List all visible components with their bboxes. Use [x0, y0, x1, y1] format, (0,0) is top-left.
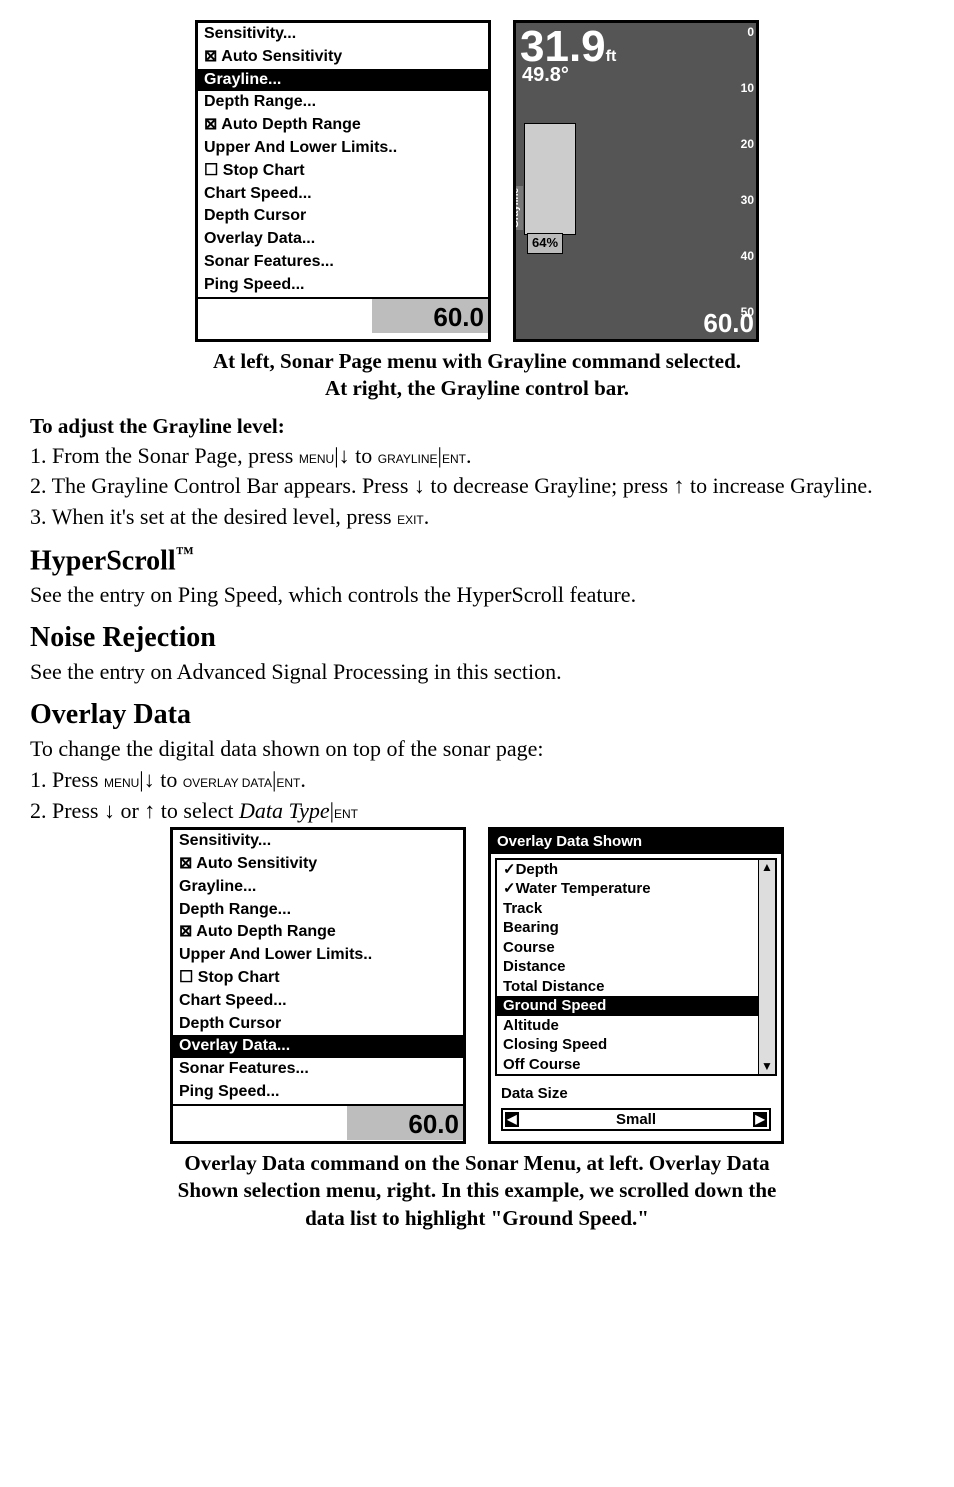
menu-item[interactable]: Overlay Data...: [198, 228, 488, 251]
menu-item[interactable]: Ping Speed...: [198, 274, 488, 297]
menu-item[interactable]: Sonar Features...: [198, 251, 488, 274]
grayline-percent: 64%: [527, 233, 563, 254]
ods-item[interactable]: Depth: [497, 860, 775, 880]
overlay-step-2: 2. Press ↓ or ↑ to select Data Type|ENT: [30, 797, 924, 826]
menu-item[interactable]: Upper And Lower Limits..: [173, 944, 463, 967]
menu-item[interactable]: Grayline...: [173, 876, 463, 899]
menu-item[interactable]: Stop Chart: [198, 160, 488, 183]
menu-item[interactable]: Depth Range...: [198, 91, 488, 114]
scroll-up-icon[interactable]: ▲: [761, 860, 773, 876]
overlay-intro: To change the digital data shown on top …: [30, 735, 924, 764]
hyperscroll-body: See the entry on Ping Speed, which contr…: [30, 581, 924, 610]
sonar-menu-screen-2: Sensitivity...Auto SensitivityGrayline..…: [170, 827, 466, 1144]
ods-item[interactable]: Water Temperature: [497, 879, 775, 899]
step-2: 2. The Grayline Control Bar appears. Pre…: [30, 472, 924, 501]
datasize-left-icon[interactable]: ◀: [505, 1112, 519, 1128]
sonar-menu-screen-1: Sensitivity...Auto SensitivityGrayline..…: [195, 20, 491, 342]
footer-depth: 60.0: [433, 301, 484, 335]
heading-hyperscroll: HyperScroll™: [30, 542, 924, 580]
figure-2: Sensitivity...Auto SensitivityGrayline..…: [30, 827, 924, 1144]
ods-item[interactable]: Track: [497, 899, 775, 919]
figure-1-caption: At left, Sonar Page menu with Grayline c…: [30, 348, 924, 403]
scroll-down-icon[interactable]: ▼: [761, 1059, 773, 1075]
menu-item[interactable]: Grayline...: [198, 69, 488, 92]
menu-item[interactable]: Chart Speed...: [198, 183, 488, 206]
depth-unit: ft: [606, 48, 617, 65]
overlay-step-1: 1. Press MENU|↓ to OVERLAY DATA|ENT.: [30, 766, 924, 795]
ods-title: Overlay Data Shown: [491, 830, 781, 854]
ods-item[interactable]: Ground Speed: [497, 996, 775, 1016]
key-menu: MENU: [299, 452, 334, 466]
heading-adjust-grayline: To adjust the Grayline level:: [30, 413, 924, 440]
key-grayline: GRAYLINE: [378, 452, 438, 466]
ruler-tick: 10: [741, 81, 754, 97]
figure-2-caption: Overlay Data command on the Sonar Menu, …: [30, 1150, 924, 1232]
datasize-right-icon[interactable]: ▶: [753, 1112, 767, 1128]
heading-overlay-data: Overlay Data: [30, 697, 924, 733]
ods-item[interactable]: Altitude: [497, 1016, 775, 1036]
menu-item[interactable]: Overlay Data...: [173, 1035, 463, 1058]
sonar-display-screen: 31.9ft 49.8° Grayline 64% 01020304050 60…: [513, 20, 759, 342]
step-3: 3. When it's set at the desired level, p…: [30, 503, 924, 532]
menu-item[interactable]: Chart Speed...: [173, 990, 463, 1013]
ruler-tick: 30: [741, 193, 754, 209]
step-1: 1. From the Sonar Page, press MENU|↓ to …: [30, 442, 924, 471]
ods-scrollbar[interactable]: ▲ ▼: [758, 860, 775, 1075]
ods-item[interactable]: Total Distance: [497, 977, 775, 997]
menu-item[interactable]: Ping Speed...: [173, 1081, 463, 1104]
menu-item[interactable]: Upper And Lower Limits..: [198, 137, 488, 160]
key-ent: ENT: [442, 452, 466, 466]
ods-item[interactable]: Bearing: [497, 918, 775, 938]
datasize-field[interactable]: ◀ Small ▶: [501, 1108, 771, 1132]
ods-item[interactable]: Distance: [497, 957, 775, 977]
temp-reading: 49.8°: [516, 65, 756, 85]
grayline-control-bar[interactable]: Grayline 64%: [524, 123, 576, 235]
menu-item[interactable]: Depth Cursor: [173, 1013, 463, 1036]
ruler-tick: 0: [747, 25, 754, 41]
noise-body: See the entry on Advanced Signal Process…: [30, 658, 924, 687]
ods-item[interactable]: Closing Speed: [497, 1035, 775, 1055]
ruler-tick: 40: [741, 249, 754, 265]
key-exit: EXIT: [397, 513, 424, 527]
menu-item[interactable]: Sonar Features...: [173, 1058, 463, 1081]
datasize-label: Data Size: [495, 1082, 777, 1106]
ods-item[interactable]: Course: [497, 938, 775, 958]
menu-footer: 60.0: [198, 297, 488, 333]
menu-item[interactable]: Depth Cursor: [198, 205, 488, 228]
sonar-footer-depth: 60.0: [703, 307, 754, 341]
menu-item[interactable]: Auto Sensitivity: [173, 853, 463, 876]
ruler-tick: 20: [741, 137, 754, 153]
menu-item[interactable]: Auto Depth Range: [198, 114, 488, 137]
figure-1: Sensitivity...Auto SensitivityGrayline..…: [30, 20, 924, 342]
menu-item[interactable]: Sensitivity...: [173, 830, 463, 853]
overlay-data-shown-screen: Overlay Data Shown DepthWater Temperatur…: [488, 827, 784, 1144]
menu-item[interactable]: Stop Chart: [173, 967, 463, 990]
ods-item[interactable]: Off Course: [497, 1055, 775, 1075]
depth-ruler: 01020304050: [724, 23, 756, 339]
menu-item[interactable]: Sensitivity...: [198, 23, 488, 46]
menu-item[interactable]: Depth Range...: [173, 899, 463, 922]
footer-depth-2: 60.0: [408, 1108, 459, 1142]
grayline-label: Grayline: [513, 186, 523, 230]
datasize-value: Small: [616, 1110, 656, 1130]
menu-item[interactable]: Auto Sensitivity: [198, 46, 488, 69]
menu-footer-2: 60.0: [173, 1104, 463, 1140]
menu-item[interactable]: Auto Depth Range: [173, 921, 463, 944]
heading-noise-rejection: Noise Rejection: [30, 620, 924, 656]
